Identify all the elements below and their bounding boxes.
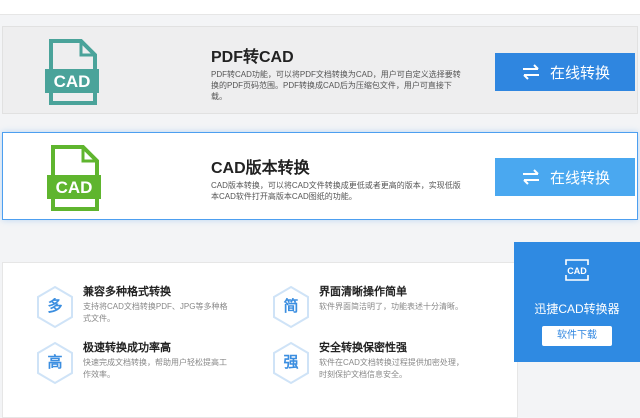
feature-description: 支持将CAD文档转换PDF、JPG等多种格式文件。 (83, 302, 228, 323)
hexagon-badge: 强 (271, 341, 311, 385)
cad-file-icon: CAD (45, 39, 99, 105)
cad-file-icon: CAD (47, 145, 101, 211)
top-strip (0, 0, 640, 24)
tool-card-pdf-to-cad: CAD PDF转CAD PDF转CAD功能，可以将PDF文档转换为CAD，用户可… (2, 26, 638, 114)
swap-arrows-icon (522, 169, 539, 185)
cad-converter-logo-icon: CAD (565, 259, 589, 281)
hexagon-badge: 多 (35, 285, 75, 329)
badge-char: 高 (47, 354, 63, 371)
hexagon-badge: 简 (271, 285, 311, 329)
software-download-button[interactable]: 软件下载 (542, 326, 612, 346)
feature-title: 兼容多种格式转换 (83, 286, 171, 298)
feature-title: 极速转换成功率高 (83, 342, 171, 354)
cad-icon-text: CAD (56, 178, 93, 197)
swap-arrows-icon (522, 64, 539, 80)
cad-icon-text: CAD (54, 72, 91, 91)
logo-text: CAD (567, 266, 587, 276)
tool-card-cad-version: CAD CAD版本转换 CAD版本转换，可以将CAD文件转换成更低或者更高的版本… (2, 132, 638, 220)
card-title: CAD版本转换 (211, 160, 310, 177)
online-convert-label: 在线转换 (549, 64, 610, 82)
feature-title: 安全转换保密性强 (319, 342, 407, 354)
card-title: PDF转CAD (211, 49, 294, 66)
feature-description: 软件界面简洁明了，功能表述十分清晰。 (319, 302, 463, 311)
previous-card-edge (0, 0, 640, 15)
feature-description: 快速完成文档转换，帮助用户轻松提高工作效率。 (83, 358, 227, 379)
online-convert-button[interactable]: 在线转换 (495, 53, 635, 91)
feature-description: 软件在CAD文档转换过程提供加密处理，时刻保护文档信息安全。 (319, 358, 464, 379)
badge-char: 多 (47, 298, 63, 315)
hexagon-badge: 高 (35, 341, 75, 385)
features-panel: 多 兼容多种格式转换 支持将CAD文档转换PDF、JPG等多种格式文件。 简 界… (2, 262, 518, 418)
software-download-panel: CAD 迅捷CAD转换器 软件下载 (514, 242, 640, 362)
card-description: CAD版本转换，可以将CAD文件转换成更低或者更高的版本，实现低版本CAD软件打… (211, 181, 461, 201)
online-convert-button[interactable]: 在线转换 (495, 158, 635, 196)
badge-char: 简 (283, 298, 299, 315)
feature-title: 界面清晰操作简单 (319, 286, 407, 298)
badge-char: 强 (283, 354, 299, 371)
online-convert-label: 在线转换 (549, 169, 610, 187)
card-description: PDF转CAD功能，可以将PDF文档转换为CAD，用户可自定义选择要转换的PDF… (211, 70, 461, 101)
product-name: 迅捷CAD转换器 (534, 302, 620, 316)
